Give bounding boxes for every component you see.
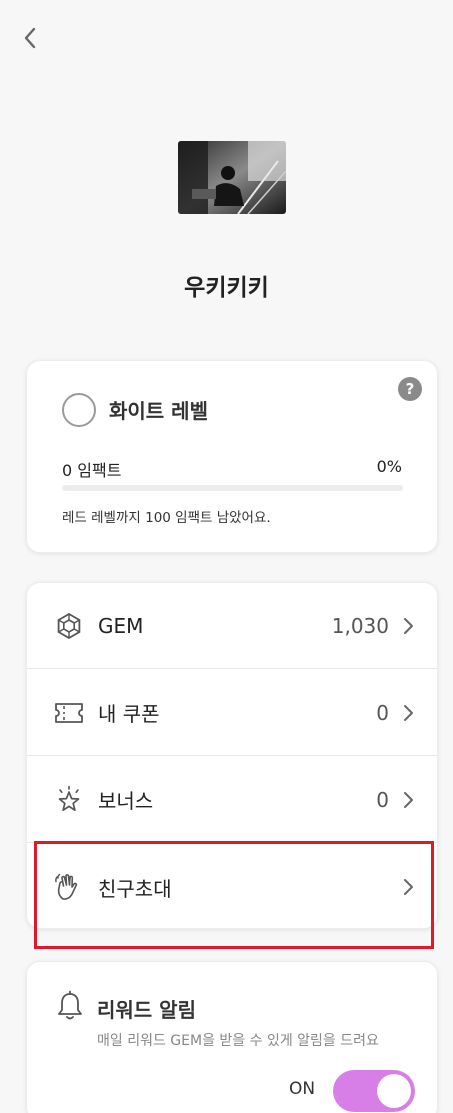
bonus-count: 0	[376, 787, 389, 812]
ticket-icon	[54, 698, 84, 728]
level-name: 화이트 레벨	[109, 399, 208, 423]
impact-percent: 0%	[376, 457, 402, 476]
chevron-right-icon	[401, 703, 415, 723]
username: 우키키키	[184, 275, 269, 301]
toggle-knob	[377, 1074, 411, 1108]
impact-count: 0 임팩트	[62, 461, 122, 480]
waving-hand-icon	[54, 872, 84, 902]
menu-item-gem[interactable]: GEM 1,030	[27, 583, 437, 669]
menu-label: 보너스	[98, 789, 154, 813]
reward-title: 리워드 알림	[97, 998, 196, 1022]
menu-item-bonus[interactable]: 보너스 0	[27, 757, 437, 843]
chevron-right-icon	[401, 616, 415, 636]
help-icon[interactable]: ?	[398, 377, 422, 401]
star-sparkle-icon	[54, 785, 84, 815]
menu-card: GEM 1,030 내 쿠폰 0 보너스 0 친구초대	[26, 582, 438, 929]
menu-label: GEM	[98, 613, 144, 638]
gem-count: 1,030	[331, 613, 389, 638]
toggle-label: ON	[289, 1079, 316, 1099]
gem-icon	[54, 611, 84, 641]
reward-alert-toggle[interactable]	[333, 1070, 415, 1112]
back-button[interactable]	[14, 22, 46, 54]
impact-progress-bar	[62, 485, 403, 491]
menu-item-invite-friends[interactable]: 친구초대	[27, 844, 437, 930]
level-card: ? 화이트 레벨 0 임팩트 0% 레드 레벨까지 100 임팩트 남았어요.	[26, 360, 438, 553]
chevron-right-icon	[401, 877, 415, 897]
menu-label: 내 쿠폰	[98, 702, 160, 726]
coupon-count: 0	[376, 700, 389, 725]
reward-description: 매일 리워드 GEM을 받을 수 있게 알림을 드려요	[97, 1033, 379, 1049]
level-note: 레드 레벨까지 100 임팩트 남았어요.	[62, 510, 271, 526]
chevron-right-icon	[401, 790, 415, 810]
chevron-left-icon	[24, 27, 36, 49]
menu-label: 친구초대	[98, 876, 172, 901]
menu-item-coupons[interactable]: 내 쿠폰 0	[27, 670, 437, 756]
bell-icon	[55, 990, 85, 1022]
profile-image[interactable]	[178, 141, 286, 214]
level-badge-icon	[62, 393, 96, 427]
reward-card: 리워드 알림 매일 리워드 GEM을 받을 수 있게 알림을 드려요 ON	[26, 961, 438, 1113]
